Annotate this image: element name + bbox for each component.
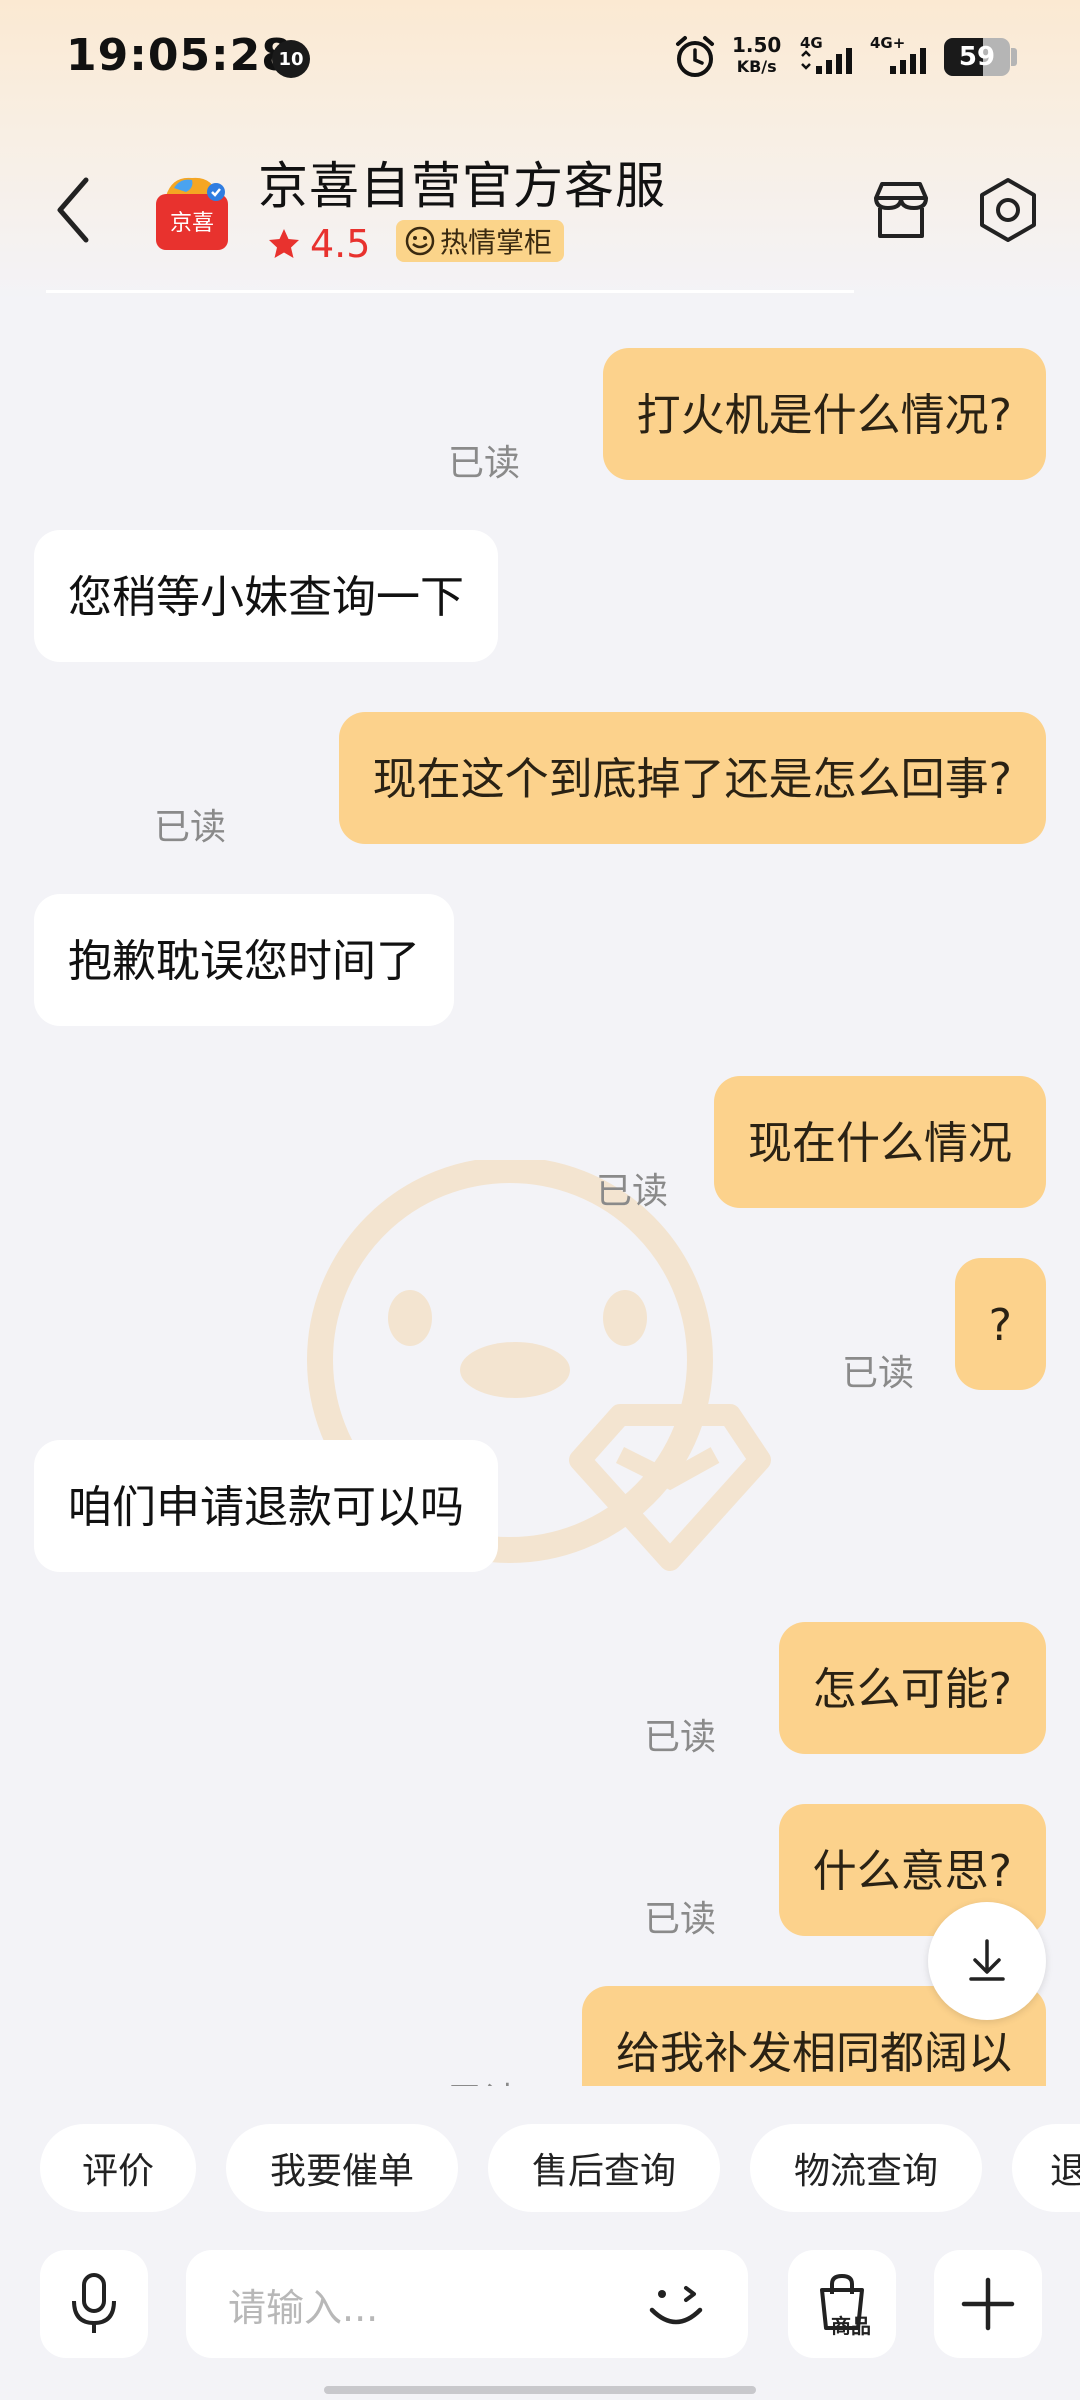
outgoing-message[interactable]: ? bbox=[954, 1258, 1046, 1390]
more-button[interactable] bbox=[934, 2250, 1042, 2358]
signal-2-label: 4G+ bbox=[870, 34, 905, 52]
input-bar: 请输入... 商品 bbox=[0, 2240, 1080, 2370]
quick-reply-refund[interactable]: 退 bbox=[1012, 2124, 1080, 2212]
settings-icon[interactable] bbox=[972, 174, 1044, 246]
net-speed-unit: KB/s bbox=[736, 57, 777, 76]
shop-logo[interactable]: 京喜 bbox=[150, 170, 234, 254]
read-status: 已读 bbox=[644, 1899, 717, 1940]
net-speed-value: 1.50 bbox=[732, 33, 782, 57]
star-icon bbox=[269, 229, 299, 258]
read-status: 已读 bbox=[154, 807, 227, 848]
read-status: 已读 bbox=[448, 443, 521, 484]
shop-name[interactable]: 京喜自营官方客服 bbox=[258, 146, 666, 218]
home-indicator[interactable] bbox=[324, 2386, 756, 2394]
read-status: 已读 bbox=[596, 1171, 669, 1212]
status-time: 19:05:28 bbox=[66, 30, 293, 81]
logo-text: 京喜 bbox=[170, 211, 214, 236]
notification-count-badge: 10 bbox=[272, 40, 310, 78]
chat-screen: 19:05:28 10 1.50 KB/s 4G 4G+ 59 京喜 京喜自营官… bbox=[0, 0, 1080, 2400]
emoji-icon[interactable] bbox=[640, 2270, 712, 2342]
alarm-icon bbox=[676, 36, 714, 77]
incoming-message[interactable]: 咱们申请退款可以吗 bbox=[34, 1440, 498, 1572]
shop-rating: 4.5 bbox=[266, 222, 370, 266]
quick-reply-bar: 评价 我要催单 售后查询 物流查询 退 bbox=[0, 2118, 1080, 2218]
tag-label: 热情掌柜 bbox=[440, 226, 553, 259]
quick-reply-urge-order[interactable]: 我要催单 bbox=[226, 2124, 458, 2212]
read-status: 已读 bbox=[448, 2072, 520, 2086]
download-arrow-icon bbox=[969, 1939, 1005, 1981]
goods-label: 商品 bbox=[831, 2313, 871, 2338]
net-speed: 1.50 KB/s bbox=[732, 34, 781, 78]
signal-4g-plus-icon: 4G+ bbox=[870, 34, 926, 74]
signal-1-label: 4G bbox=[800, 34, 823, 52]
header-divider bbox=[46, 290, 854, 293]
scroll-to-bottom-button[interactable] bbox=[928, 1902, 1046, 2020]
outgoing-message[interactable]: 打火机是什么情况? bbox=[602, 348, 1046, 480]
battery-level: 59 bbox=[958, 42, 996, 72]
incoming-message[interactable]: 抱歉耽误您时间了 bbox=[34, 894, 454, 1026]
chat-header: 京喜 京喜自营官方客服 4.5 热情掌柜 bbox=[0, 130, 1080, 293]
store-icon[interactable] bbox=[866, 176, 936, 246]
microphone-icon bbox=[72, 2273, 116, 2333]
back-arrow-icon[interactable] bbox=[48, 170, 98, 250]
battery-tip bbox=[1011, 48, 1017, 66]
voice-input-button[interactable] bbox=[40, 2250, 148, 2358]
rating-value: 4.5 bbox=[310, 222, 371, 266]
outgoing-message[interactable]: 现在这个到底掉了还是怎么回事? bbox=[338, 712, 1046, 844]
outgoing-message[interactable]: 怎么可能? bbox=[778, 1622, 1046, 1754]
plus-icon bbox=[961, 2277, 1015, 2331]
quick-reply-review[interactable]: 评价 bbox=[40, 2124, 196, 2212]
status-bar: 19:05:28 10 1.50 KB/s 4G 4G+ 59 bbox=[0, 0, 1080, 110]
quick-reply-after-sales[interactable]: 售后查询 bbox=[488, 2124, 720, 2212]
goods-button[interactable]: 商品 bbox=[788, 2250, 896, 2358]
incoming-message[interactable]: 您稍等小妹查询一下 bbox=[34, 530, 498, 662]
read-status: 已读 bbox=[842, 1353, 915, 1394]
chat-message-list[interactable]: 已读 打火机是什么情况? 您稍等小妹查询一下 已读 现在这个到底掉了还是怎么回事… bbox=[0, 300, 1080, 2086]
enthusiastic-shopkeeper-tag: 热情掌柜 bbox=[396, 220, 565, 262]
read-status: 已读 bbox=[644, 1717, 717, 1758]
quick-reply-logistics[interactable]: 物流查询 bbox=[750, 2124, 982, 2212]
battery-icon: 59 bbox=[944, 38, 1010, 76]
smile-face-icon bbox=[405, 226, 435, 256]
signal-4g-icon: 4G bbox=[800, 34, 852, 74]
outgoing-message[interactable]: 现在什么情况 bbox=[714, 1076, 1046, 1208]
